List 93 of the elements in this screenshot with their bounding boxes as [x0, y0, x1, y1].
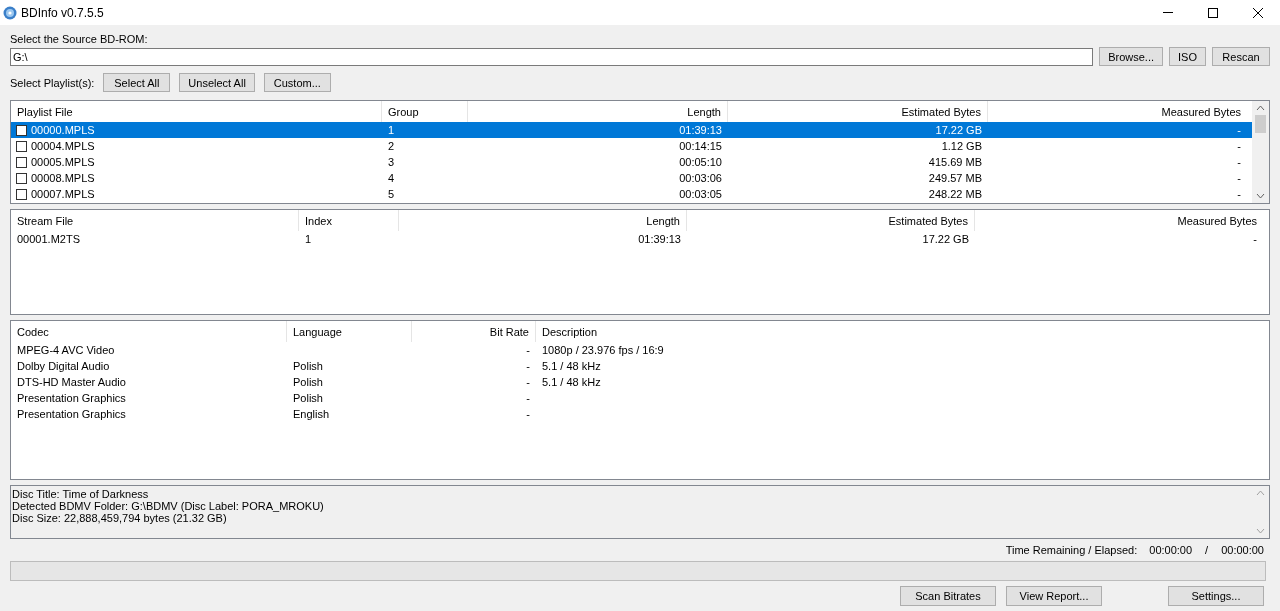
table-cell: 00005.MPLS [31, 156, 95, 168]
table-cell: 00:03:05 [679, 188, 722, 200]
rescan-button[interactable]: Rescan [1212, 47, 1270, 66]
table-cell: 00:03:06 [679, 172, 722, 184]
maximize-icon[interactable] [1207, 7, 1218, 18]
browse-button[interactable]: Browse... [1099, 47, 1164, 66]
table-cell: - [1237, 172, 1241, 184]
table-row[interactable]: 00004.MPLS 2 00:14:15 1.12 GB - [11, 138, 1252, 154]
table-cell: 01:39:13 [679, 124, 722, 136]
table-cell: 2 [388, 140, 395, 152]
table-cell: 00001.M2TS [17, 233, 80, 245]
column-header[interactable]: Index [299, 210, 399, 231]
table-row[interactable]: 00000.MPLS 1 01:39:13 17.22 GB - [11, 122, 1252, 138]
table-cell: 1 [388, 124, 395, 136]
table-cell: Polish [293, 392, 323, 404]
table-cell: 01:39:13 [638, 233, 681, 245]
table-cell: - [526, 408, 530, 420]
field-label: Select the Source BD-ROM: [10, 32, 149, 47]
table-cell: - [1237, 156, 1241, 168]
table-cell: 4 [388, 172, 395, 184]
table-cell: 5.1 / 48 kHz [542, 360, 601, 372]
info-line: Disc Size: 22,888,459,794 bytes (21.32 GB) [12, 512, 228, 524]
column-header[interactable]: Estimated Bytes [687, 210, 975, 231]
table-row[interactable]: 00005.MPLS 3 00:05:10 415.69 MB - [11, 154, 1252, 170]
table-cell: - [1237, 188, 1241, 200]
column-header[interactable]: Measured Bytes [975, 210, 1263, 231]
field-label: Select Playlist(s): [10, 76, 95, 89]
time-separator: / [1205, 544, 1209, 556]
time-remaining: 00:00:00 [1149, 544, 1193, 556]
table-cell: 415.69 MB [928, 156, 982, 168]
custom-button[interactable]: Custom... [263, 73, 331, 92]
table-cell: 00007.MPLS [31, 188, 95, 200]
column-header[interactable]: Measured Bytes [988, 101, 1247, 122]
info-line: Disc Title: Time of Darkness [12, 488, 150, 500]
table-cell: 00:14:15 [679, 140, 722, 152]
table-cell: 00:05:10 [679, 156, 722, 168]
table-cell: 248.22 MB [928, 188, 982, 200]
view-report-button[interactable]: View Report... [1006, 586, 1102, 606]
checkbox[interactable] [16, 188, 27, 200]
settings-button[interactable]: Settings... [1168, 586, 1264, 606]
table-cell: 5.1 / 48 kHz [542, 376, 601, 388]
column-header[interactable]: Bit Rate [412, 321, 536, 342]
column-header[interactable]: Language [287, 321, 412, 342]
scroll-thumb[interactable] [1255, 115, 1266, 133]
table-cell: 3 [388, 156, 395, 168]
table-cell: Polish [293, 360, 323, 372]
table-cell: 00008.MPLS [31, 172, 95, 184]
table-cell: 1.12 GB [941, 140, 982, 152]
checkbox[interactable] [16, 156, 27, 168]
table-cell: - [526, 376, 530, 388]
table-cell: DTS-HD Master Audio [17, 376, 126, 388]
table-cell: 17.22 GB [922, 233, 969, 245]
iso-button[interactable]: ISO [1169, 47, 1206, 66]
checkbox[interactable] [16, 124, 27, 136]
table-cell: - [526, 360, 530, 372]
scan-bitrates-button[interactable]: Scan Bitrates [900, 586, 996, 606]
table-cell: - [1253, 233, 1257, 245]
select-all-button[interactable]: Select All [103, 73, 171, 92]
column-header[interactable]: Codec [11, 321, 287, 342]
checkbox[interactable] [16, 172, 27, 184]
table-cell: 00000.MPLS [31, 124, 95, 136]
table-cell: 1080p / 23.976 fps / 16:9 [542, 344, 664, 356]
column-header[interactable]: Stream File [11, 210, 299, 231]
table-cell: English [293, 408, 330, 420]
time-elapsed: 00:00:00 [1221, 544, 1264, 556]
scrollbar[interactable] [1252, 101, 1269, 203]
close-icon[interactable] [1252, 7, 1263, 18]
table-cell: 1 [305, 233, 312, 245]
unselect-all-button[interactable]: Unselect All [179, 73, 255, 92]
table-cell: Presentation Graphics [17, 408, 126, 420]
table-cell: Polish [293, 376, 323, 388]
table-row[interactable]: 00008.MPLS 4 00:03:06 249.57 MB - [11, 170, 1252, 186]
table-cell: - [1237, 140, 1241, 152]
table-cell: - [526, 344, 530, 356]
table-cell: 00004.MPLS [31, 140, 95, 152]
column-header[interactable]: Description [536, 321, 1264, 342]
table-cell: - [1237, 124, 1241, 136]
disc-icon [3, 5, 17, 20]
info-line: Detected BDMV Folder: G:\BDMV (Disc Label: PORA_MROKU) [12, 500, 325, 512]
table-cell: 249.57 MB [928, 172, 982, 184]
path-field[interactable]: G:\ [10, 47, 1094, 66]
table-cell: 5 [388, 188, 395, 200]
time-label: Time Remaining / Elapsed: [1005, 544, 1138, 556]
table-cell: Presentation Graphics [17, 392, 126, 404]
table-cell: 17.22 GB [935, 124, 982, 136]
window-title: BDInfo v0.7.5.5 [21, 5, 105, 20]
checkbox[interactable] [16, 140, 27, 152]
table-cell: - [526, 392, 530, 404]
column-header[interactable]: Length [399, 210, 687, 231]
minimize-icon[interactable] [1162, 12, 1173, 13]
table-row[interactable]: 00007.MPLS 5 00:03:05 248.22 MB - [11, 186, 1252, 202]
table-cell: MPEG-4 AVC Video [17, 344, 115, 356]
table-cell: Dolby Digital Audio [17, 360, 110, 372]
